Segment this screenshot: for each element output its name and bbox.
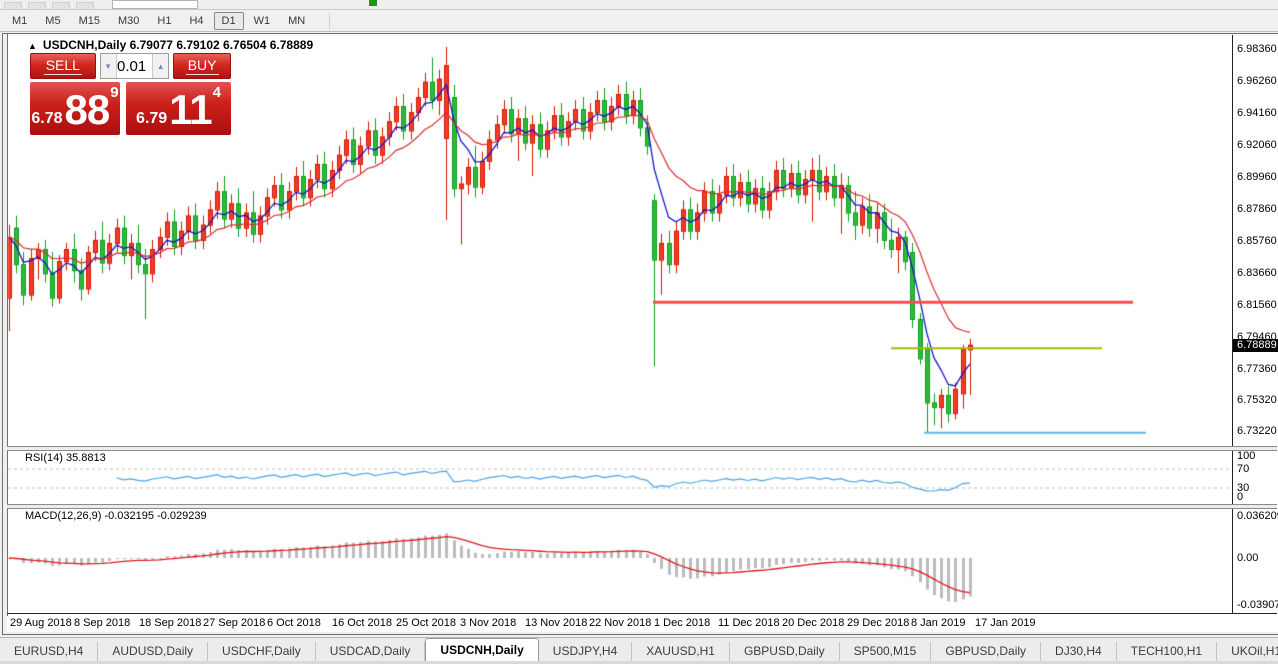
chart-title: ▲ USDCNH,Daily 6.79077 6.79102 6.76504 6.…	[28, 38, 313, 52]
time-axis-label: 1 Dec 2018	[654, 617, 710, 629]
tab-ukoil-h1[interactable]: UKOil,H1	[1217, 642, 1278, 661]
one-click-trading-panel: SELL ▼ 0.01 ▲ BUY 6.78889 6.79114	[30, 53, 231, 135]
time-axis-separator-line	[7, 613, 1277, 614]
mt4-terminal: M1M5M15M30H1H4D1W1MN ▲USDCNH,Daily 6.790…	[0, 0, 1278, 664]
sell-price-small: 6.78	[31, 109, 62, 129]
price-axis-label: 6.77360	[1237, 363, 1278, 375]
price-axis-label: 6.81560	[1237, 299, 1278, 311]
tab-eurusd-h4[interactable]: EURUSD,H4	[0, 642, 98, 661]
price-axis-label: 6.75320	[1237, 394, 1278, 406]
sell-button[interactable]: SELL	[30, 53, 96, 79]
time-axis-label: 6 Oct 2018	[267, 617, 321, 629]
time-axis-label: 13 Nov 2018	[525, 617, 587, 629]
sell-button-label: SELL	[44, 57, 82, 75]
tab-sp500-m15[interactable]: SP500,M15	[840, 642, 932, 661]
macd-axis-label: 0.036209	[1237, 510, 1278, 522]
volume-increase-icon[interactable]: ▲	[152, 54, 168, 78]
tab-usdjpy-h4[interactable]: USDJPY,H4	[539, 642, 632, 661]
time-axis-label: 3 Nov 2018	[460, 617, 516, 629]
price-axis-label: 6.94160	[1237, 107, 1278, 119]
sell-price-big: 88	[65, 91, 110, 129]
macd-axis-label: 0.00	[1237, 552, 1258, 564]
chart-title-text: USDCNH,Daily 6.79077 6.79102 6.76504 6.7…	[43, 38, 313, 52]
macd-axis-label: -0.03907	[1237, 599, 1278, 611]
macd-indicator-label: MACD(12,26,9) -0.032195 -0.029239	[25, 510, 207, 522]
time-axis[interactable]: 29 Aug 20188 Sep 2018 18 Sep 201827 Sep 2…	[7, 616, 1232, 632]
rsi-axis-label: 70	[1237, 463, 1249, 475]
price-axis-label: 6.98360	[1237, 43, 1278, 55]
price-axis-label: 6.89960	[1237, 171, 1278, 183]
tab-usdcnh-daily[interactable]: USDCNH,Daily	[425, 638, 538, 661]
time-axis-label: 25 Oct 2018	[396, 617, 456, 629]
chart-tab-bar: EURUSD,H4AUDUSD,DailyUSDCHF,DailyUSDCAD,…	[0, 637, 1278, 661]
rsi-axis-label: 0	[1237, 491, 1243, 503]
tab-usdcad-daily[interactable]: USDCAD,Daily	[316, 642, 426, 661]
rsi-axis-label: 100	[1237, 450, 1255, 462]
tab-usdchf-daily[interactable]: USDCHF,Daily	[208, 642, 316, 661]
time-axis-label: 18 Sep 2018	[139, 617, 201, 629]
tab-tech100-h1[interactable]: TECH100,H1	[1117, 642, 1217, 661]
time-axis-label: 29 Aug 2018	[10, 617, 72, 629]
price-axis-label: 6.87860	[1237, 203, 1278, 215]
collapse-panel-icon[interactable]: ▲	[28, 41, 37, 51]
tab-gbpusd-daily[interactable]: GBPUSD,Daily	[730, 642, 840, 661]
time-axis-label: 27 Sep 2018	[203, 617, 265, 629]
price-axis-label: 6.83660	[1237, 267, 1278, 279]
price-axis-label: 6.85760	[1237, 235, 1278, 247]
current-price-box: 6.78889	[1233, 339, 1278, 352]
sell-price-sup: 9	[110, 73, 118, 113]
buy-price-small: 6.79	[136, 109, 167, 129]
price-axis-label: 6.73220	[1237, 425, 1278, 437]
time-axis-label: 8 Jan 2019	[911, 617, 965, 629]
rsi-indicator-label: RSI(14) 35.8813	[25, 452, 106, 464]
time-axis-label: 29 Dec 2018	[847, 617, 909, 629]
tab-xauusd-h1[interactable]: XAUUSD,H1	[632, 642, 730, 661]
buy-price-big: 11	[169, 91, 211, 129]
time-axis-label: 20 Dec 2018	[782, 617, 844, 629]
buy-button[interactable]: BUY	[173, 53, 231, 79]
time-axis-label: 22 Nov 2018	[589, 617, 651, 629]
sell-price-button[interactable]: 6.78889	[30, 82, 120, 135]
price-axis-label: 6.96260	[1237, 75, 1278, 87]
panel-splitter[interactable]	[7, 446, 1277, 451]
volume-value[interactable]: 0.01	[117, 54, 153, 78]
price-axis-label: 6.92060	[1237, 139, 1278, 151]
tab-gbpusd-daily[interactable]: GBPUSD,Daily	[931, 642, 1041, 661]
tab-dj30-h4[interactable]: DJ30,H4	[1041, 642, 1117, 661]
panel-splitter[interactable]	[7, 504, 1277, 509]
time-axis-label: 8 Sep 2018	[74, 617, 130, 629]
buy-price-sup: 4	[213, 73, 221, 113]
tab-audusd-daily[interactable]: AUDUSD,Daily	[98, 642, 208, 661]
time-axis-label: 16 Oct 2018	[332, 617, 392, 629]
time-axis-label: 11 Dec 2018	[718, 617, 780, 629]
time-axis-label: 17 Jan 2019	[975, 617, 1036, 629]
price-axis[interactable]: 6.98360 6.96260 6.94160 6.92060 6.89960 6.878…	[1233, 35, 1278, 613]
buy-price-button[interactable]: 6.79114	[126, 82, 231, 135]
